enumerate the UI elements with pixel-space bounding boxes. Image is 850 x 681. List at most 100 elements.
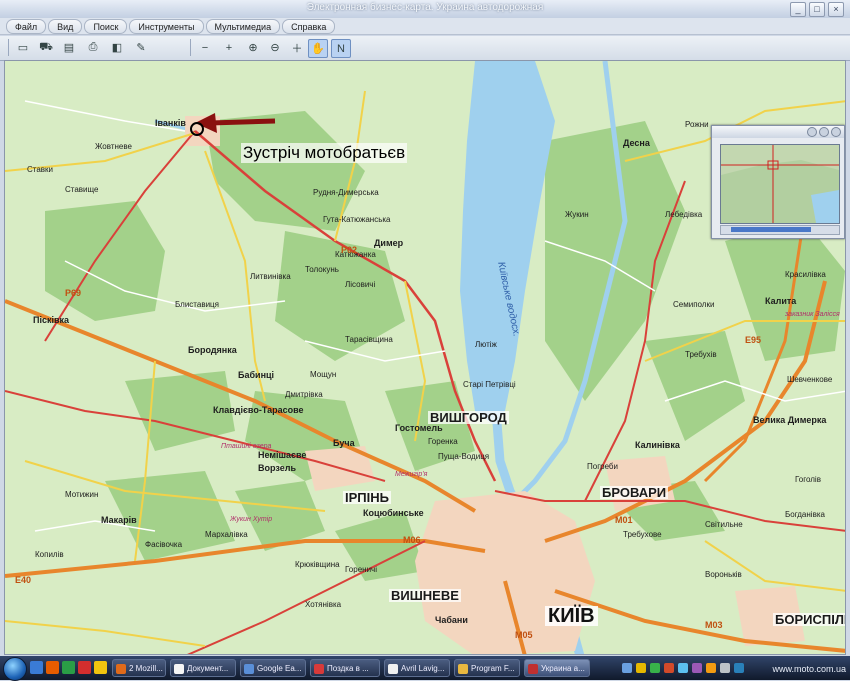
navigation-icon[interactable]: N xyxy=(331,39,351,58)
taskbar-button-active[interactable]: Украина а... xyxy=(524,659,590,677)
start-button[interactable] xyxy=(3,657,27,681)
tray-icon[interactable] xyxy=(706,663,716,673)
taskbar-button[interactable]: 2 Mozill... xyxy=(112,659,166,677)
taskbar-button[interactable]: Avril Lavig... xyxy=(384,659,450,677)
village-label: Блиставиця xyxy=(175,300,219,309)
village-label: Мощун xyxy=(310,370,337,379)
town-label: Димер xyxy=(374,238,404,248)
village-label: Ставище xyxy=(65,185,99,194)
maximize-button[interactable]: □ xyxy=(809,2,825,17)
village-label: Ставки xyxy=(27,165,54,174)
town-label: Пісківка xyxy=(33,315,70,325)
road-number: М03 xyxy=(705,620,723,630)
tray-icon[interactable] xyxy=(650,663,660,673)
nature-reserve-label: Межигір'я xyxy=(395,471,428,478)
village-label: Гута-Катюжанська xyxy=(323,215,391,224)
minimap-maximize-button[interactable] xyxy=(819,127,829,137)
taskbar-label: Документ... xyxy=(187,664,229,673)
taskbar-label: Avril Lavig... xyxy=(401,664,445,673)
village-label: Богданівка xyxy=(785,510,825,519)
taskbar-button[interactable]: Program F... xyxy=(454,659,520,677)
town-label: Ворзель xyxy=(258,463,296,473)
road-number: Е40 xyxy=(15,575,32,585)
village-label: Жукин xyxy=(565,210,589,219)
hand-pan-icon[interactable]: ✋ xyxy=(308,39,328,58)
pencil-icon[interactable]: ✎ xyxy=(132,39,150,56)
zoom-plus-icon[interactable]: ＋ xyxy=(288,39,306,56)
tray-icon[interactable] xyxy=(720,663,730,673)
road-number: M05 xyxy=(515,630,533,640)
quicklaunch-icon[interactable] xyxy=(62,661,75,674)
window-titlebar[interactable]: Электронная бизнес-карта. Украина автодо… xyxy=(0,0,850,19)
taskbar-button[interactable]: Google Ea... xyxy=(240,659,306,677)
map-canvas[interactable]: Зустріч мотобратьєв Київське водосх. КИЇ… xyxy=(4,60,846,655)
town-label: Десна xyxy=(623,138,650,148)
toolbar-separator xyxy=(8,39,9,56)
print-icon[interactable]: ⎙ xyxy=(84,39,102,56)
close-button[interactable]: × xyxy=(828,2,844,17)
menu-help[interactable]: Справка xyxy=(282,19,336,34)
town-label: Калинівка xyxy=(635,440,680,450)
village-label: Дмитрівка xyxy=(285,390,323,399)
menu-file[interactable]: Файл xyxy=(6,19,47,34)
eraser-icon[interactable]: ◧ xyxy=(108,39,126,56)
quicklaunch-icon[interactable] xyxy=(46,661,59,674)
city-kyiv: КИЇВ xyxy=(545,606,598,626)
menu-tools[interactable]: Инструменты xyxy=(129,19,204,34)
taskbar-app-icon xyxy=(314,664,324,674)
minimap-close-button[interactable] xyxy=(831,127,841,137)
village-label: Рудня-Димерська xyxy=(313,188,379,197)
layers-icon[interactable]: ▤ xyxy=(60,39,78,56)
village-label: Хотянівка xyxy=(305,600,342,609)
tray-icon[interactable] xyxy=(678,663,688,673)
zoom-fit-icon[interactable]: ⊖ xyxy=(266,39,284,56)
zoom-in-icon[interactable]: + xyxy=(220,39,238,56)
road-number: М01 xyxy=(615,515,633,525)
village-label: Гоголів xyxy=(795,475,821,484)
taskbar-label: 2 Mozill... xyxy=(129,664,163,673)
tray-icon[interactable] xyxy=(636,663,646,673)
town-label: Лютіж xyxy=(475,340,497,349)
overview-minimap[interactable] xyxy=(711,125,845,239)
city-boryspil: БОРИСПІЛЬ xyxy=(773,613,845,626)
menu-view[interactable]: Вид xyxy=(48,19,83,34)
tray-icon[interactable] xyxy=(622,663,632,673)
road-number: М06 xyxy=(403,535,421,545)
taskbar-app-icon xyxy=(116,664,126,674)
city-vyshneve: ВИШНЕВЕ xyxy=(389,588,461,603)
window-controls: _ □ × xyxy=(790,2,844,17)
town-label: Велика Димерка xyxy=(753,415,827,425)
village-label: Фасівочка xyxy=(145,540,183,549)
city-brovary: БРОВАРИ xyxy=(600,485,669,500)
taskbar-button[interactable]: Поздка в ... xyxy=(310,659,380,677)
town-label: Старі Петрівці xyxy=(463,380,516,389)
village-label: Требухове xyxy=(623,530,662,539)
tray-icon[interactable] xyxy=(734,663,744,673)
open-icon[interactable]: ▭ xyxy=(14,39,32,56)
minimap-scrollbar[interactable] xyxy=(720,225,840,235)
car-icon[interactable]: ⛟ xyxy=(37,39,55,56)
taskbar-button[interactable]: Документ... xyxy=(170,659,236,677)
minimap-view[interactable] xyxy=(720,144,840,224)
zoom-out-icon[interactable]: − xyxy=(196,39,214,56)
zoom-window-icon[interactable]: ⊕ xyxy=(244,39,262,56)
minimap-minimize-button[interactable] xyxy=(807,127,817,137)
quicklaunch-icon[interactable] xyxy=(94,661,107,674)
tray-icon[interactable] xyxy=(692,663,702,673)
village-label: Лісовичі xyxy=(345,280,376,289)
watermark: www.moto.com.ua xyxy=(772,664,846,674)
town-label: Погреби xyxy=(587,462,618,471)
minimap-scroll-thumb[interactable] xyxy=(731,227,811,232)
menu-search[interactable]: Поиск xyxy=(84,19,128,34)
map-annotation: Зустріч мотобратьєв xyxy=(241,143,408,163)
menu-multimedia[interactable]: Мультимедиа xyxy=(205,19,281,34)
quicklaunch-icon[interactable] xyxy=(78,661,91,674)
taskbar: 2 Mozill... Документ... Google Ea... Поз… xyxy=(0,656,850,681)
quicklaunch-icon[interactable] xyxy=(30,661,43,674)
tray-icon[interactable] xyxy=(664,663,674,673)
nature-reserve-label: Жукин Хутір xyxy=(230,516,273,523)
toolbar: ▭ ⛟ ▤ ⎙ ◧ ✎ − + ⊕ ⊖ ＋ ✋ N xyxy=(0,36,850,61)
town-label: Пуща-Водиця xyxy=(438,452,490,461)
town-label: Буча xyxy=(333,438,355,448)
minimize-button[interactable]: _ xyxy=(790,2,806,17)
